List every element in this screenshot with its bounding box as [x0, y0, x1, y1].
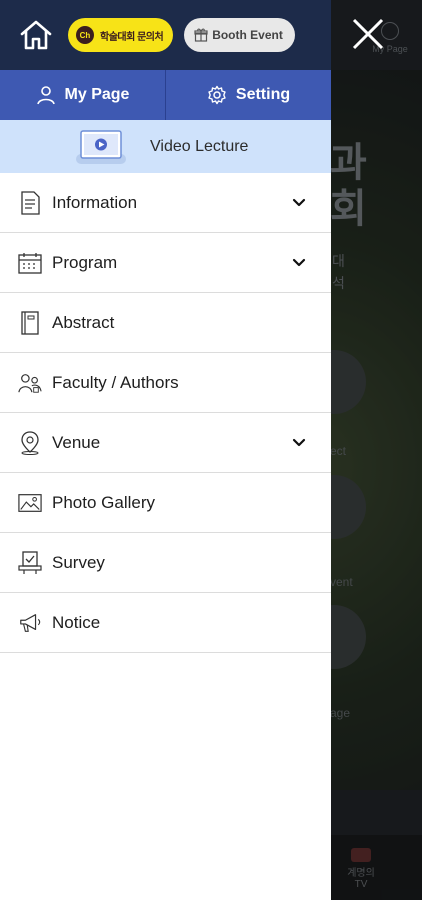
menu-item-label: Faculty / Authors — [52, 372, 179, 392]
setting-button[interactable]: Setting — [165, 70, 331, 120]
video-lecture-label: Video Lecture — [150, 137, 249, 155]
user-actions-row: My Page Setting — [0, 70, 331, 120]
video-monitor-icon — [76, 129, 126, 164]
booth-event-button[interactable]: Booth Event — [184, 18, 295, 52]
image-icon — [18, 491, 42, 515]
chevron-down-icon — [292, 258, 306, 267]
menu-item-abstract[interactable]: Abstract — [0, 293, 331, 353]
menu-item-label: Venue — [52, 432, 101, 452]
menu-item-venue[interactable]: Venue — [0, 413, 331, 473]
chevron-down-icon — [292, 198, 306, 207]
menu-item-survey[interactable]: Survey — [0, 533, 331, 593]
menu-item-label: Survey — [52, 552, 105, 572]
home-icon — [20, 20, 52, 50]
menu-item-information[interactable]: Information — [0, 173, 331, 233]
chevron-down-icon — [292, 438, 306, 447]
user-icon — [36, 86, 55, 105]
menu-item-faculty-authors[interactable]: Faculty / Authors — [0, 353, 331, 413]
menu-item-program[interactable]: Program — [0, 233, 331, 293]
my-page-button[interactable]: My Page — [0, 70, 165, 120]
kakao-channel-icon: Ch — [76, 26, 94, 44]
home-button[interactable] — [18, 17, 54, 53]
kakao-channel-button[interactable]: Ch 학술대회 문의처 — [68, 18, 174, 52]
gift-icon — [194, 28, 208, 42]
menu-item-label: Notice — [52, 612, 101, 632]
video-lecture-banner[interactable]: Video Lecture — [0, 120, 331, 173]
setting-label: Setting — [235, 86, 291, 103]
menu-list: Information Program Abstract Faculty / A… — [0, 173, 331, 653]
drawer-header: Ch 학술대회 문의처 Booth Event — [0, 0, 331, 70]
kakao-channel-label: 학술대회 문의처 — [100, 31, 164, 43]
calendar-icon — [18, 251, 42, 275]
document-icon — [18, 190, 42, 215]
menu-item-label: Abstract — [52, 312, 115, 332]
booth-event-label: Booth Event — [212, 28, 283, 42]
map-pin-icon — [18, 430, 42, 455]
menu-item-notice[interactable]: Notice — [0, 593, 331, 653]
side-drawer: Ch 학술대회 문의처 Booth Event My Page Setting … — [0, 0, 331, 900]
menu-item-label: Information — [52, 192, 138, 212]
book-icon — [18, 310, 42, 335]
menu-item-photo-gallery[interactable]: Photo Gallery — [0, 473, 331, 533]
menu-item-label: Photo Gallery — [52, 492, 155, 512]
menu-item-label: Program — [52, 252, 118, 272]
close-icon — [352, 18, 384, 50]
megaphone-icon — [18, 611, 42, 635]
survey-icon — [18, 550, 42, 575]
people-icon — [18, 371, 42, 395]
my-page-label: My Page — [64, 86, 130, 103]
gear-icon — [208, 85, 226, 105]
close-button[interactable] — [346, 12, 390, 56]
